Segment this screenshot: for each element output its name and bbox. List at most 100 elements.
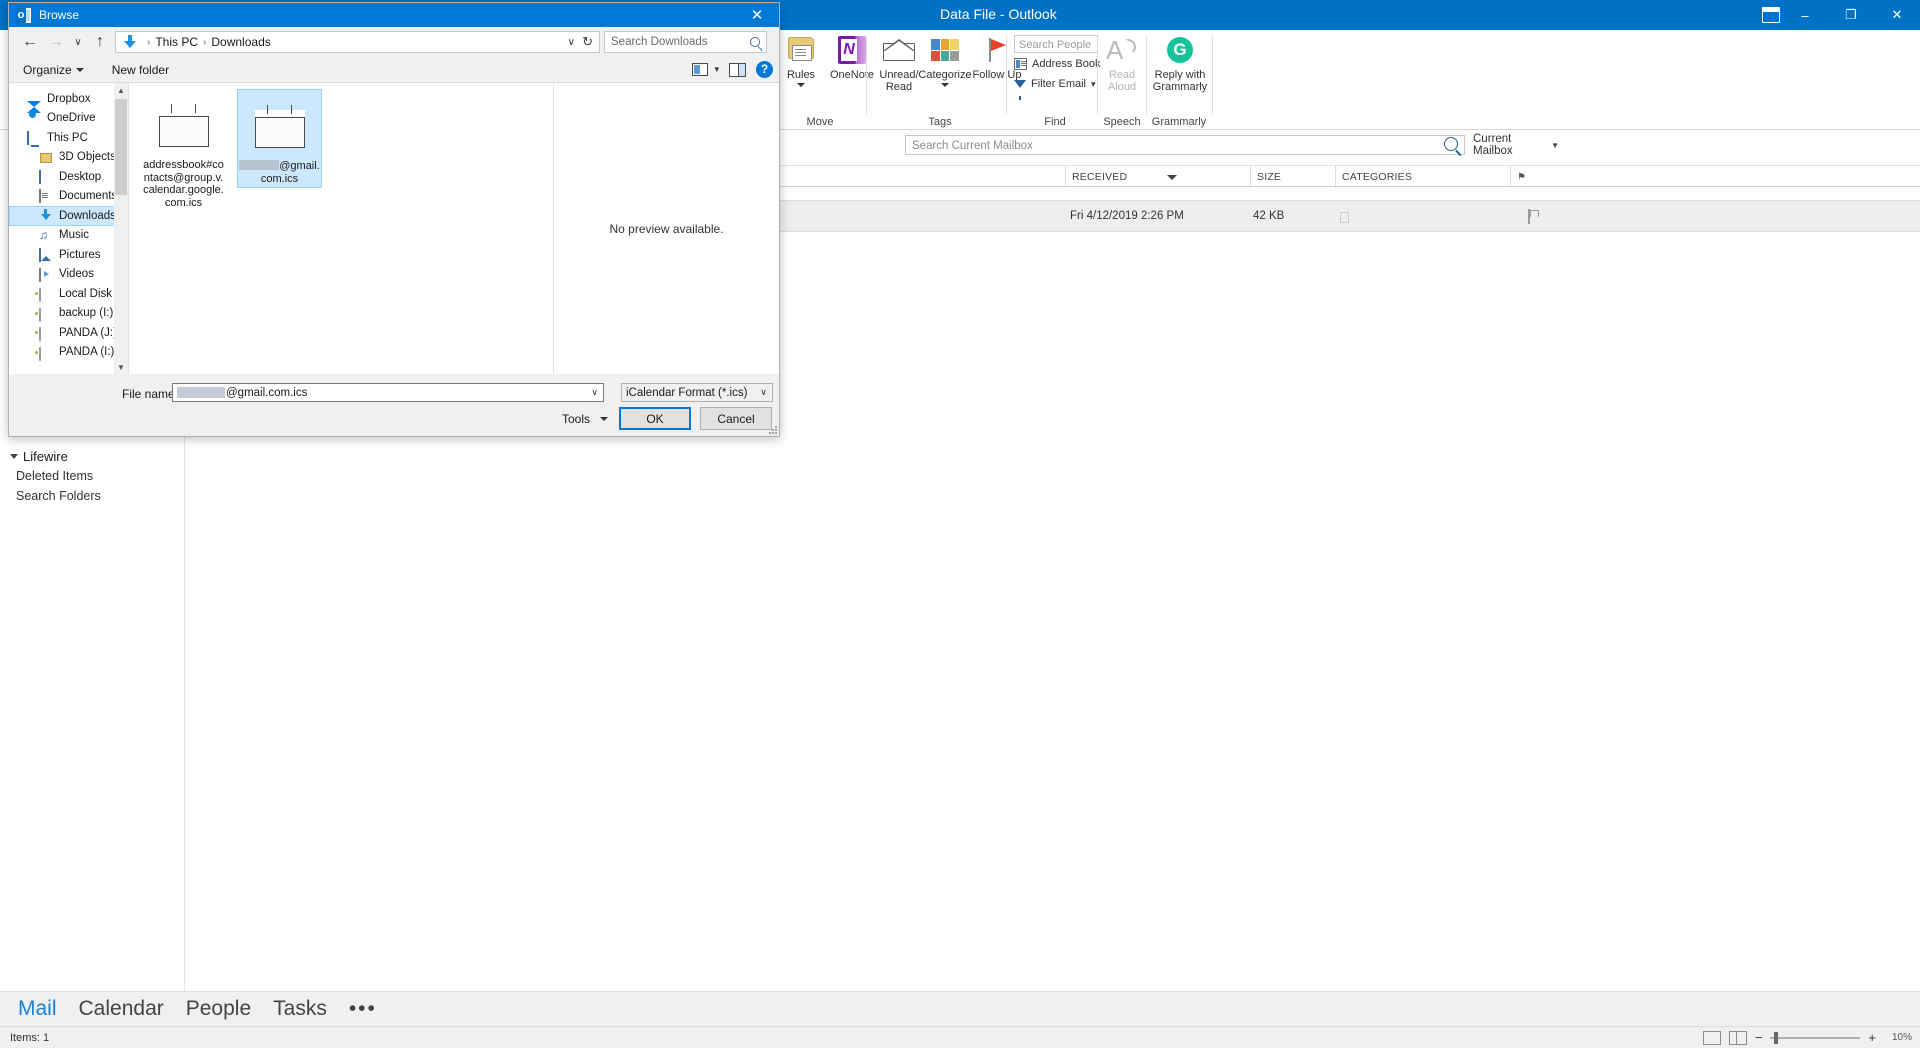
normal-view-button[interactable] — [1702, 1030, 1721, 1045]
sidebar-item-local-disk-c[interactable]: Local Disk (C:) — [9, 284, 128, 304]
ok-button[interactable]: OK — [619, 407, 691, 430]
message-flag-icon[interactable] — [1526, 209, 1540, 224]
help-icon[interactable]: ? — [756, 61, 773, 78]
message-category-box[interactable] — [1340, 212, 1349, 223]
dropbox-icon — [27, 92, 41, 114]
sidebar-item-panda-j[interactable]: PANDA (J:) — [9, 323, 128, 343]
filter-email-button[interactable]: Filter Email ▾ — [1014, 78, 1096, 100]
nav-item-search-folders[interactable]: Search Folders — [16, 489, 101, 503]
grammarly-icon: G — [1167, 34, 1193, 66]
drive-icon — [39, 287, 53, 303]
file-list[interactable]: addressbook#contacts@group.v.calendar.go… — [129, 83, 554, 374]
column-header-flag[interactable]: ⚑ — [1510, 166, 1540, 188]
outlook-window-controls: – ❐ ✕ — [1782, 0, 1920, 30]
recent-locations-button[interactable]: ∨ — [69, 29, 87, 55]
minimize-button[interactable]: – — [1782, 0, 1828, 30]
search-icon[interactable] — [1444, 137, 1458, 151]
rules-caret-icon[interactable] — [797, 83, 805, 87]
file-name-dropdown-icon[interactable]: ∨ — [591, 387, 598, 398]
zoom-slider[interactable] — [1770, 1031, 1861, 1044]
sidebar-item-this-pc[interactable]: This PC — [9, 128, 128, 148]
sidebar-item-3d-objects[interactable]: 3D Objects — [9, 148, 128, 168]
mailbox-scope-dropdown[interactable]: Current Mailbox ▼ — [1470, 133, 1562, 157]
categorize-caret-icon[interactable] — [941, 83, 949, 87]
file-name-value: @gmail.com.ics — [226, 386, 308, 399]
expand-collapse-icon[interactable] — [10, 454, 18, 459]
sidebar-item-videos[interactable]: Videos — [9, 265, 128, 285]
forward-button[interactable]: → — [43, 29, 69, 55]
tools-menu-button[interactable]: Tools — [557, 408, 613, 429]
search-icon — [750, 37, 760, 47]
file-tile-gmail-selected[interactable]: @gmail.com.ics — [237, 89, 322, 188]
maximize-button[interactable]: ❐ — [1828, 0, 1874, 30]
file-format-dropdown[interactable]: iCalendar Format (*.ics) ∨ — [621, 383, 773, 402]
ribbon-group-tags: Unread/ Read Categorize Follow Up Tags — [870, 30, 1021, 130]
rules-button[interactable]: Rules — [774, 34, 828, 87]
sidebar-item-onedrive[interactable]: OneDrive — [9, 109, 128, 129]
change-view-caret-icon[interactable]: ▾ — [714, 64, 719, 75]
module-nav-calendar[interactable]: Calendar — [79, 997, 164, 1021]
zoom-in-button[interactable]: + — [1868, 1030, 1876, 1045]
sidebar-item-label: Music — [59, 229, 90, 242]
sidebar-item-documents[interactable]: Documents — [9, 187, 128, 207]
dialog-close-button[interactable]: ✕ — [735, 3, 779, 27]
message-size: 42 KB — [1253, 210, 1285, 222]
address-bar[interactable]: › This PC › Downloads ∨ ↻ — [115, 31, 600, 53]
address-dropdown-icon[interactable]: ∨ — [568, 37, 575, 48]
scroll-down-icon[interactable]: ▼ — [114, 360, 128, 374]
videos-icon — [39, 267, 53, 282]
back-button[interactable]: ← — [17, 29, 43, 55]
search-people-input[interactable]: Search People — [1014, 35, 1098, 53]
search-current-mailbox-input[interactable]: Search Current Mailbox — [905, 135, 1465, 155]
file-name-input[interactable]: @gmail.com.ics ∨ — [172, 383, 604, 402]
sidebar-item-music[interactable]: ♫ Music — [9, 226, 128, 246]
filter-email-label: Filter Email — [1031, 78, 1087, 90]
scrollbar-thumb[interactable] — [115, 99, 127, 195]
zoom-level-label: 10% — [1891, 1032, 1912, 1043]
dialog-title-bar: Browse ✕ — [9, 3, 779, 27]
read-aloud-button[interactable]: A Read Aloud — [1095, 34, 1149, 93]
dialog-search-box[interactable]: Search Downloads — [604, 31, 767, 53]
file-tile-addressbook[interactable]: addressbook#contacts@group.v.calendar.go… — [141, 89, 226, 211]
sidebar-item-desktop[interactable]: Desktop — [9, 167, 128, 187]
ribbon-display-options-icon[interactable] — [1762, 7, 1780, 23]
breadcrumb-this-pc[interactable]: This PC — [155, 35, 198, 49]
address-book-icon — [1014, 58, 1027, 70]
refresh-icon[interactable]: ↻ — [582, 34, 593, 50]
dialog-toolbar: Organize New folder ▾ ? — [9, 57, 779, 83]
sidebar-item-pictures[interactable]: Pictures — [9, 245, 128, 265]
column-header-size[interactable]: SIZE — [1250, 166, 1335, 188]
nav-group-lifewire[interactable]: Lifewire — [10, 449, 68, 464]
column-header-received[interactable]: RECEIVED — [1065, 166, 1250, 188]
sidebar-item-label: Pictures — [59, 248, 101, 261]
organize-menu-button[interactable]: Organize — [23, 63, 84, 77]
column-header-categories[interactable]: CATEGORIES — [1335, 166, 1510, 188]
nav-item-deleted-items[interactable]: Deleted Items — [16, 469, 93, 483]
resize-grip[interactable] — [767, 424, 777, 434]
module-nav-tasks[interactable]: Tasks — [273, 997, 327, 1021]
module-nav-mail[interactable]: Mail — [18, 997, 57, 1021]
sidebar-item-backup-i[interactable]: backup (I:) — [9, 304, 128, 324]
ribbon-separator — [866, 36, 867, 114]
categorize-button[interactable]: Categorize — [918, 34, 972, 87]
reply-with-grammarly-button[interactable]: G Reply with Grammarly — [1152, 34, 1208, 93]
address-book-button[interactable]: Address Book — [1014, 58, 1100, 70]
breadcrumb-downloads[interactable]: Downloads — [211, 35, 270, 49]
module-nav-overflow-icon[interactable]: ••• — [349, 997, 377, 1021]
module-nav-people[interactable]: People — [186, 997, 251, 1021]
preview-pane-icon[interactable] — [729, 62, 746, 77]
sidebar-scrollbar[interactable]: ▲ ▼ — [114, 83, 128, 374]
close-button[interactable]: ✕ — [1874, 0, 1920, 30]
scroll-up-icon[interactable]: ▲ — [114, 83, 128, 97]
sidebar-item-panda-i[interactable]: PANDA (I:) — [9, 343, 128, 363]
change-view-icon[interactable] — [692, 63, 709, 76]
sidebar-item-dropbox[interactable]: Dropbox — [9, 89, 128, 114]
zoom-out-button[interactable]: − — [1755, 1030, 1763, 1045]
up-one-level-button[interactable]: ↑ — [87, 29, 113, 55]
sidebar-item-downloads[interactable]: Downloads — [9, 206, 128, 226]
reading-view-button[interactable] — [1728, 1030, 1747, 1045]
music-icon: ♫ — [39, 227, 48, 242]
cancel-button[interactable]: Cancel — [700, 407, 772, 430]
new-folder-button[interactable]: New folder — [112, 63, 169, 77]
drive-icon — [39, 346, 53, 361]
